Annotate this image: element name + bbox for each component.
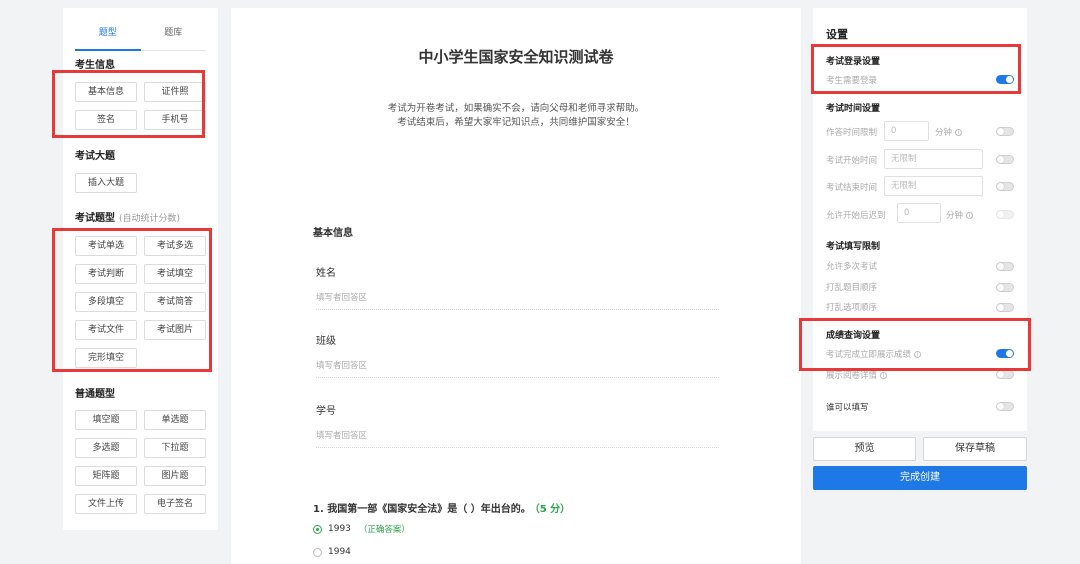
start-time-toggle[interactable] — [996, 155, 1014, 164]
tab-question-types[interactable]: 题型 — [75, 25, 141, 51]
who-can-fill-label: 谁可以填写 — [826, 403, 869, 413]
time-limit-toggle[interactable] — [996, 127, 1014, 136]
radio-icon[interactable] — [313, 547, 322, 557]
btn-single[interactable]: 单选题 — [144, 410, 206, 430]
show-detail-toggle[interactable] — [996, 370, 1014, 379]
btn-insert-section[interactable]: 插入大题 — [75, 173, 137, 193]
section-exam-types-sub: (自动统计分数) — [119, 214, 181, 224]
who-can-fill-toggle[interactable] — [996, 402, 1014, 411]
highlight-login-settings — [811, 44, 1021, 94]
start-time-label: 考试开始时间 — [826, 156, 878, 166]
highlight-candidate-info — [52, 70, 205, 138]
question-1-score: （5 分） — [534, 504, 571, 515]
btn-file-upload[interactable]: 文件上传 — [75, 494, 137, 514]
field-id-label: 学号 — [316, 406, 336, 417]
highlight-exam-types — [52, 228, 212, 372]
question-1[interactable]: 1. 我国第一部《国家安全法》是（ ）年出台的。 （5 分） — [313, 500, 570, 515]
btn-fill[interactable]: 填空题 — [75, 410, 137, 430]
field-class-placeholder[interactable]: 填写者回答区 — [316, 359, 367, 371]
multi-exam-label: 允许多次考试 — [826, 262, 878, 272]
shuffle-questions-toggle[interactable] — [996, 283, 1014, 292]
highlight-score-settings — [799, 318, 1031, 371]
field-class-line — [316, 377, 719, 378]
section-normal-types: 普通题型 — [75, 389, 115, 400]
time-settings-heading: 考试时间设置 — [826, 104, 881, 114]
minute-unit-label: 分钟 — [946, 211, 964, 221]
finish-create-button[interactable]: 完成创建 — [813, 466, 1027, 490]
btn-e-signature[interactable]: 电子签名 — [144, 494, 206, 514]
field-class-label: 班级 — [316, 336, 336, 347]
option-1993[interactable]: 1993 （正确答案） — [313, 523, 410, 535]
late-limit-unit: 分钟 i — [946, 209, 974, 221]
field-id-line — [316, 447, 719, 448]
section-candidate-info: 考生信息 — [75, 60, 115, 71]
form-desc-line1: 考试为开卷考试，如果确实不会，请向父母和老师寻求帮助。 — [387, 103, 645, 114]
end-time-label: 考试结束时间 — [826, 183, 878, 193]
field-name-line — [316, 309, 719, 310]
info-icon: i — [966, 212, 974, 219]
info-icon: i — [880, 372, 888, 379]
end-time-toggle[interactable] — [996, 182, 1014, 191]
show-detail-label: 展示阅卷详情 — [826, 371, 878, 381]
radio-selected-icon[interactable] — [313, 524, 322, 534]
start-time-input[interactable]: 无限制 — [884, 149, 983, 169]
end-time-input[interactable]: 无限制 — [884, 176, 983, 196]
shuffle-options-label: 打乱选项顺序 — [826, 303, 878, 313]
question-1-text: 1. 我国第一部《国家安全法》是（ ）年出台的。 — [313, 504, 531, 515]
section-basic-info: 基本信息 — [313, 228, 353, 239]
correct-answer-tag: （正确答案） — [358, 525, 410, 535]
late-limit-input[interactable]: 0 — [897, 203, 941, 223]
section-exam-section: 考试大题 — [75, 151, 115, 162]
option-1993-label: 1993 — [328, 524, 351, 534]
section-exam-types: 考试题型 (自动统计分数) — [75, 209, 180, 224]
option-1994-label: 1994 — [328, 547, 351, 557]
form-canvas: 中小学生国家安全知识测试卷 考试为开卷考试，如果确实不会，请向父母和老师寻求帮助… — [231, 8, 801, 564]
field-name-label: 姓名 — [316, 268, 336, 279]
btn-image[interactable]: 图片题 — [144, 466, 206, 486]
option-1994[interactable]: 1994 — [313, 547, 351, 557]
minute-unit-label: 分钟 — [935, 128, 953, 138]
multi-exam-toggle[interactable] — [996, 262, 1014, 271]
fill-limit-heading: 考试填写限制 — [826, 242, 881, 252]
section-exam-types-label: 考试题型 — [75, 213, 115, 224]
field-name-placeholder[interactable]: 填写者回答区 — [316, 291, 367, 303]
save-draft-button[interactable]: 保存草稿 — [923, 437, 1027, 461]
info-icon: i — [955, 129, 963, 136]
btn-multi[interactable]: 多选题 — [75, 438, 137, 458]
btn-matrix[interactable]: 矩阵题 — [75, 466, 137, 486]
shuffle-options-toggle[interactable] — [996, 303, 1014, 312]
late-limit-toggle[interactable] — [996, 210, 1014, 219]
btn-dropdown[interactable]: 下拉题 — [144, 438, 206, 458]
settings-title: 设置 — [826, 28, 848, 41]
preview-button[interactable]: 预览 — [813, 437, 916, 461]
time-limit-input[interactable]: 0 — [884, 121, 929, 141]
panel-tabs: 题型 题库 — [75, 25, 206, 51]
shuffle-questions-label: 打乱题目顺序 — [826, 283, 878, 293]
time-limit-unit: 分钟 i — [935, 126, 963, 138]
field-id-placeholder[interactable]: 填写者回答区 — [316, 429, 367, 441]
form-title[interactable]: 中小学生国家安全知识测试卷 — [231, 46, 801, 67]
late-limit-label: 允许开始后迟到 — [826, 211, 886, 221]
tab-question-bank[interactable]: 题库 — [141, 25, 207, 50]
form-desc-line2: 考试结束后，希望大家牢记知识点，共同维护国家安全！ — [397, 117, 635, 128]
time-limit-label: 作答时间限制 — [826, 128, 878, 138]
